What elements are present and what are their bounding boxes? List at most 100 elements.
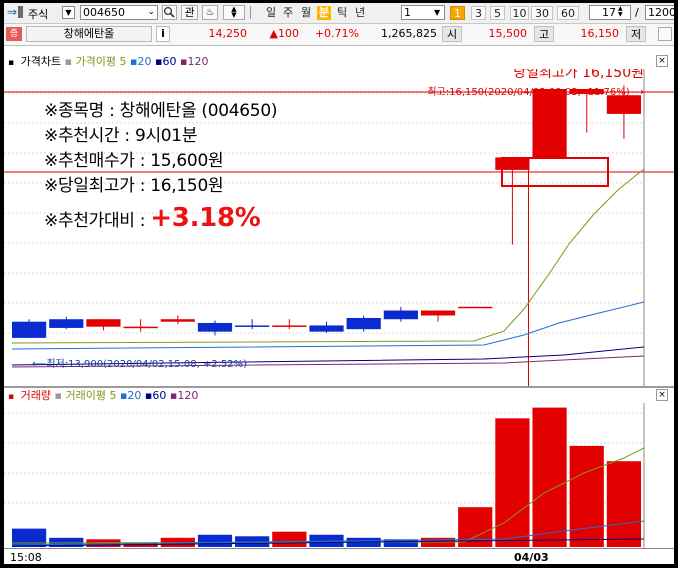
- candle-body: [197, 322, 233, 332]
- market-label: 주식: [28, 8, 49, 21]
- interval-button-60[interactable]: 60: [557, 6, 579, 20]
- stepper-icon[interactable]: ▲ ▼: [223, 5, 245, 20]
- close-icon[interactable]: ×: [656, 389, 668, 401]
- period-tab-2[interactable]: 월: [299, 6, 313, 20]
- pointer-icon[interactable]: ♨: [202, 5, 218, 20]
- volume-bar: [606, 461, 642, 547]
- market-dropdown-icon[interactable]: ▼: [62, 6, 75, 19]
- stock-name-line: ※종목명 : 창해에탄올 (004650): [44, 101, 278, 121]
- current-price: 14,250: [208, 27, 248, 40]
- candle-body: [12, 321, 47, 338]
- volume-ma-20: ▪20: [119, 389, 142, 402]
- low-marker: ⟵최저:13,900(2020/04/02,15:08, +2.52%): [32, 358, 247, 370]
- period-tab-0[interactable]: 일: [264, 6, 278, 20]
- ratio-value: +3.18%: [150, 203, 261, 233]
- price-moving-averages: [11, 168, 645, 368]
- volume-bars: [12, 407, 642, 547]
- zoom-input[interactable]: 17: [589, 5, 631, 20]
- toolbar: ⇒ 주식 ▼ 004650 ⌄ 관 ♨ ▲ ▼ 일주월분틱년 1 ▼ 1 3 5 10 3…: [4, 3, 674, 24]
- volume-chart[interactable]: [4, 403, 674, 548]
- open-label: 시: [442, 26, 462, 42]
- volume-bar: [272, 531, 307, 547]
- buy-price-line: ※추천매수가 : 15,600원: [44, 151, 224, 171]
- ratio-line: ※추천가대비 : +3.18%: [44, 203, 261, 233]
- volume-bar: [532, 407, 567, 547]
- price-ma-5: 5: [119, 55, 127, 68]
- volume-legend-title: 거래량: [20, 389, 51, 402]
- candle-body: [309, 325, 344, 332]
- chevron-down-icon[interactable]: ▼: [434, 6, 440, 19]
- stock-code-input[interactable]: 004650 ⌄: [80, 5, 158, 20]
- collapse-icon[interactable]: ▪: [8, 390, 14, 404]
- change-percent: +0.71%: [314, 27, 359, 40]
- collapse-icon[interactable]: ▪: [8, 56, 14, 70]
- stock-name[interactable]: 창해에탄올: [26, 26, 152, 42]
- interval-button-10[interactable]: 10: [510, 6, 529, 20]
- volume: 1,265,825: [381, 27, 437, 40]
- interval-button-1[interactable]: 1: [450, 6, 465, 20]
- interval-button-3[interactable]: 3: [471, 6, 486, 20]
- volume-bar: [495, 418, 530, 547]
- interval-button-5[interactable]: 5: [490, 6, 505, 20]
- price-ma-20: ▪20: [130, 55, 152, 68]
- period-tab-5[interactable]: 년: [353, 6, 367, 20]
- candle-body: [86, 319, 121, 327]
- link-arrow-icon[interactable]: ⇒: [7, 5, 17, 19]
- day-high-line: ※당일최고가 : 16,150원: [44, 176, 224, 196]
- candle-body: [420, 310, 456, 316]
- price-ma-120: ▪120: [179, 55, 209, 68]
- settings-icon[interactable]: [658, 27, 672, 41]
- close-icon[interactable]: ×: [656, 55, 668, 67]
- candle-body: [235, 325, 270, 327]
- quote-bar: 증 창해에탄올 i 14,250 ▲100 +0.71% 1,265,825 시…: [4, 24, 674, 46]
- x-label-date: 04/03: [514, 551, 549, 564]
- x-axis: 15:08 04/03: [4, 548, 674, 564]
- volume-ma-5: 5: [109, 389, 117, 402]
- candle-body: [346, 317, 381, 330]
- candle-body: [606, 95, 642, 114]
- volume-bar: [569, 445, 604, 547]
- period-tab-4[interactable]: 틱: [335, 6, 349, 20]
- divider: [250, 6, 251, 19]
- volume-ma-120: ▪120: [169, 389, 199, 402]
- candle-body: [458, 306, 493, 309]
- market-badge: 증: [6, 27, 22, 41]
- low-label: 저: [626, 26, 646, 42]
- price-legend: ▪ 가격차트 ▪ 가격이평 5 ▪20 ▪60 ▪120: [8, 55, 209, 70]
- candle-body: [160, 319, 195, 322]
- chart-window: ⇒ 주식 ▼ 004650 ⌄ 관 ♨ ▲ ▼ 일주월분틱년 1 ▼ 1 3 5 10 3…: [4, 3, 674, 564]
- divider-slash: /: [635, 6, 639, 19]
- time-line: ※추천시간 : 9시01분: [44, 126, 198, 146]
- price-ma-label: 가격이평: [75, 55, 117, 68]
- high-marker: 최고:16,150(2020/04/03,09:03, -11.76%)⟶: [427, 86, 644, 98]
- info-button[interactable]: i: [156, 26, 170, 42]
- candle-body: [123, 326, 158, 329]
- candle-body: [495, 157, 530, 170]
- period-tab-3[interactable]: 분: [317, 6, 331, 20]
- volume-legend: ▪ 거래량 ▪ 거래이평 5 ▪20 ▪60 ▪120: [8, 389, 199, 404]
- x-label-start: 15:08: [10, 551, 42, 564]
- price-change: ▲100: [269, 27, 299, 40]
- volume-bar: [197, 534, 233, 547]
- link-bar-icon: [18, 6, 23, 18]
- volume-ma-60: ▪60: [144, 389, 167, 402]
- interval-button-30[interactable]: 30: [531, 6, 553, 20]
- period-tab-1[interactable]: 주: [281, 6, 295, 20]
- magnifier-icon[interactable]: [162, 5, 177, 20]
- candle-body: [49, 319, 84, 328]
- volume-ma-label: 거래이평: [65, 389, 106, 402]
- candle-body: [383, 310, 418, 320]
- high-price: 16,150: [580, 27, 620, 40]
- chevron-down-icon[interactable]: ⌄: [147, 6, 155, 19]
- candle-body: [272, 325, 307, 327]
- price-legend-title: 가격차트: [20, 55, 62, 68]
- candle-body: [532, 89, 567, 158]
- annotation-title: 당일최고가 16,150원: [513, 69, 644, 81]
- panel-divider[interactable]: [4, 386, 674, 388]
- price-ma-60: ▪60: [155, 55, 177, 68]
- high-label: 고: [534, 26, 554, 42]
- interest-button[interactable]: 관: [181, 5, 198, 20]
- zoom-stepper-icon[interactable]: ▲ ▼: [618, 6, 623, 18]
- total-input[interactable]: 1200: [645, 5, 674, 20]
- open-price: 15,500: [488, 27, 528, 40]
